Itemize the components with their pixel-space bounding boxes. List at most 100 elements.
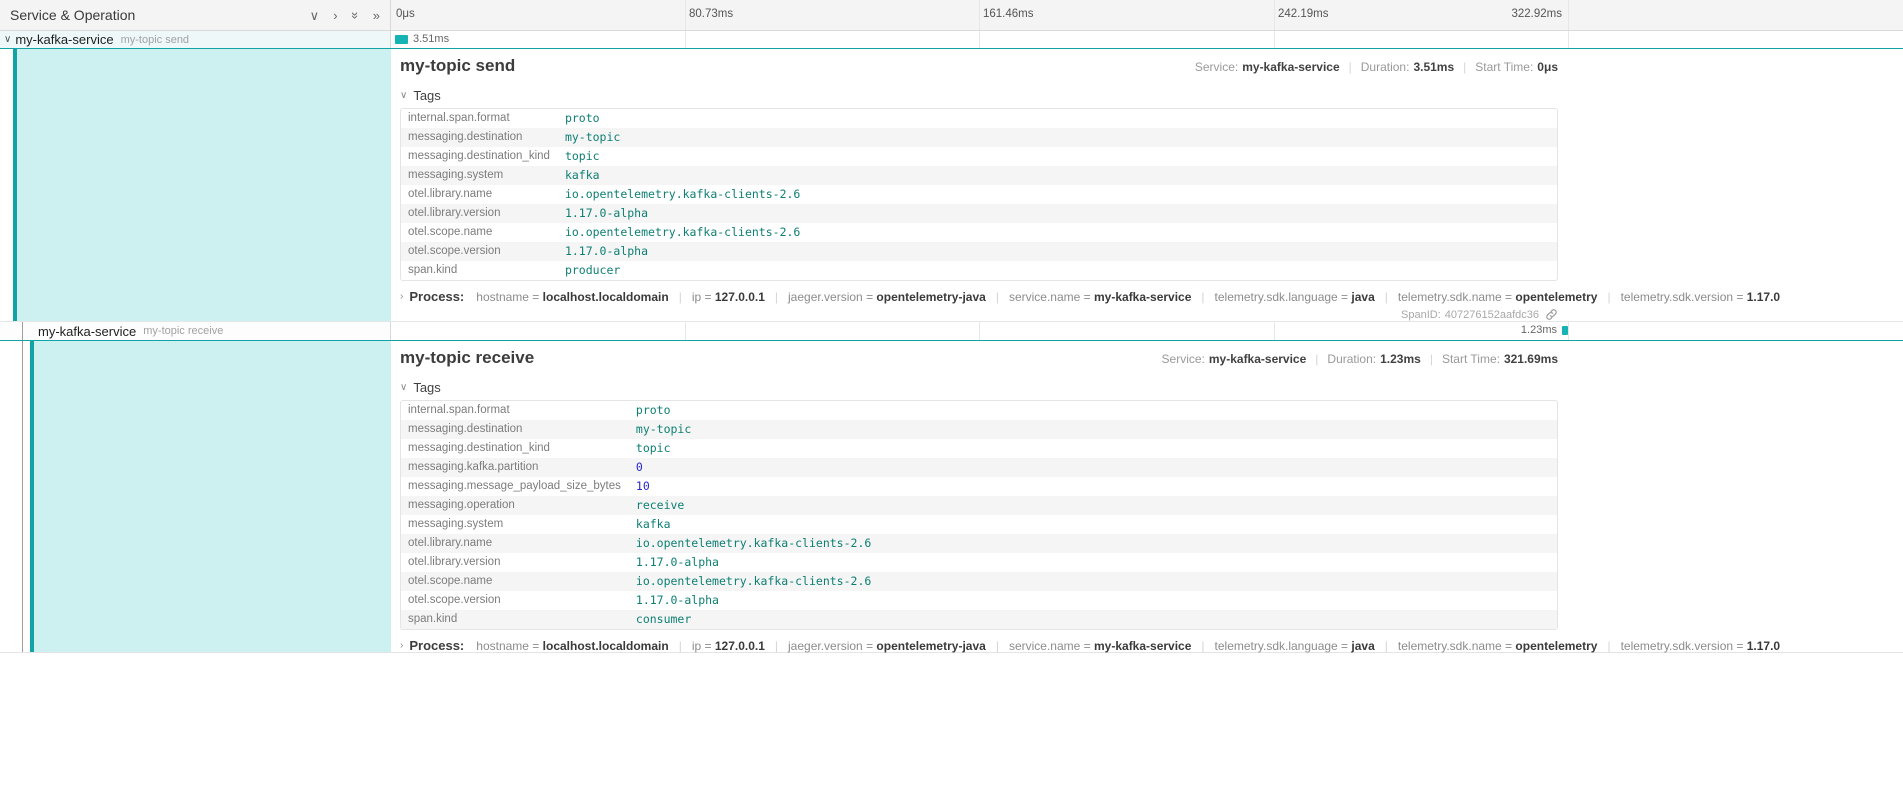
process-key: ip xyxy=(692,639,715,653)
gridline xyxy=(979,31,980,48)
process-item: jaeger.versionopentelemetry-java xyxy=(765,290,986,304)
process-items: hostnamelocalhost.localdomain ip127.0.0.… xyxy=(476,639,1780,653)
tag-key: otel.scope.version xyxy=(401,242,558,261)
copy-link-icon[interactable] xyxy=(1545,308,1558,321)
tag-row: internal.span.formatproto xyxy=(401,109,1557,128)
tag-key: messaging.kafka.partition xyxy=(401,458,629,477)
span-detail-title: my-topic send xyxy=(400,56,515,76)
gridline xyxy=(685,31,686,48)
collapse-one-icon[interactable]: ∨ xyxy=(310,9,320,22)
span-id-value: 407276152aafdc36 xyxy=(1445,309,1539,321)
tag-value: 1.17.0-alpha xyxy=(629,553,1557,572)
tag-key: messaging.system xyxy=(401,166,558,185)
span-bar-receive[interactable] xyxy=(1562,326,1568,335)
service-value: my-kafka-service xyxy=(1242,60,1339,74)
process-item: service.namemy-kafka-service xyxy=(986,639,1192,653)
span-detail-panel-send: my-topic send Service:my-kafka-serviceDu… xyxy=(0,48,1903,322)
tag-row: otel.library.version1.17.0-alpha xyxy=(401,553,1557,572)
process-item: telemetry.sdk.nameopentelemetry xyxy=(1375,639,1598,653)
tag-key: otel.scope.version xyxy=(401,591,629,610)
gridline xyxy=(1568,31,1569,48)
process-item: telemetry.sdk.version1.17.0 xyxy=(1597,639,1780,653)
process-value: localhost.localdomain xyxy=(543,639,669,653)
process-value: localhost.localdomain xyxy=(543,290,669,304)
tag-row: messaging.systemkafka xyxy=(401,515,1557,534)
span-accent-stripe xyxy=(13,49,17,321)
ruler-gridline xyxy=(979,0,980,30)
expand-collapse-controls: ∨ › » » xyxy=(310,9,380,22)
span-accent-stripe xyxy=(30,341,34,652)
tag-key: messaging.operation xyxy=(401,496,629,515)
tag-value: 1.17.0-alpha xyxy=(558,204,1557,223)
tags-table: internal.span.formatproto messaging.dest… xyxy=(400,400,1558,630)
process-item: ip127.0.0.1 xyxy=(669,639,765,653)
process-key: jaeger.version xyxy=(788,290,876,304)
process-item: hostnamelocalhost.localdomain xyxy=(476,639,668,653)
tick-label: 80.73ms xyxy=(689,8,733,20)
gridline xyxy=(979,322,980,340)
tag-row: internal.span.formatproto xyxy=(401,401,1557,420)
tag-row: otel.scope.version1.17.0-alpha xyxy=(401,242,1557,261)
tag-key: otel.library.version xyxy=(401,553,629,572)
span-name-cell-receive[interactable]: my-kafka-service my-topic receive xyxy=(0,322,391,340)
ruler-gridline xyxy=(1568,0,1569,30)
process-item: hostnamelocalhost.localdomain xyxy=(476,290,668,304)
process-value: opentelemetry xyxy=(1515,639,1597,653)
process-value: my-kafka-service xyxy=(1094,290,1191,304)
tag-value: 10 xyxy=(629,477,1557,496)
tag-key: span.kind xyxy=(401,610,629,629)
tag-key: otel.library.name xyxy=(401,534,629,553)
process-value: 1.17.0 xyxy=(1747,639,1780,653)
process-value: java xyxy=(1351,290,1374,304)
span-name-cell-send[interactable]: ∨ my-kafka-service my-topic send xyxy=(0,31,391,48)
tag-key: messaging.message_payload_size_bytes xyxy=(401,477,629,496)
tag-value: topic xyxy=(558,147,1557,166)
tag-row: messaging.kafka.partition0 xyxy=(401,458,1557,477)
expand-all-icon[interactable]: » xyxy=(373,9,380,22)
tag-key: internal.span.format xyxy=(401,401,629,420)
process-item: ip127.0.0.1 xyxy=(669,290,765,304)
ruler-gridline xyxy=(1274,0,1275,30)
process-accordion-header[interactable]: › Process: hostnamelocalhost.localdomain… xyxy=(400,288,1558,305)
span-detail-title: my-topic receive xyxy=(400,348,534,368)
tags-table: internal.span.formatproto messaging.dest… xyxy=(400,108,1558,281)
span-id-label: SpanID: xyxy=(1401,309,1441,321)
expand-one-icon[interactable]: › xyxy=(333,9,337,22)
chevron-down-icon[interactable]: ∨ xyxy=(4,34,11,45)
tag-row: otel.library.version1.17.0-alpha xyxy=(401,204,1557,223)
collapse-all-icon[interactable]: » xyxy=(349,11,362,18)
process-key: telemetry.sdk.language xyxy=(1215,290,1352,304)
indent-guide xyxy=(22,322,23,340)
process-items: hostnamelocalhost.localdomain ip127.0.0.… xyxy=(476,290,1780,304)
service-name: my-kafka-service xyxy=(38,324,136,339)
chevron-down-icon: ∨ xyxy=(400,90,407,101)
start-time-label: Start Time: xyxy=(1475,60,1533,74)
process-accordion-header[interactable]: › Process: hostnamelocalhost.localdomain… xyxy=(400,637,1558,654)
operation-name: my-topic send xyxy=(121,34,189,46)
indent-guide xyxy=(22,341,23,652)
timeline-header: Service & Operation ∨ › » » 0μs 80.73ms … xyxy=(0,0,1903,31)
process-item: telemetry.sdk.languagejava xyxy=(1191,639,1374,653)
tag-row: messaging.message_payload_size_bytes10 xyxy=(401,477,1557,496)
tag-row: messaging.destination_kindtopic xyxy=(401,439,1557,458)
tag-key: messaging.destination_kind xyxy=(401,439,629,458)
tag-row: span.kindproducer xyxy=(401,261,1557,280)
span-bar-send[interactable] xyxy=(395,35,408,44)
tag-row: messaging.destinationmy-topic xyxy=(401,128,1557,147)
service-operation-title: Service & Operation xyxy=(10,7,135,23)
tag-row: otel.scope.nameio.opentelemetry.kafka-cl… xyxy=(401,572,1557,591)
process-value: 127.0.0.1 xyxy=(715,290,765,304)
process-value: opentelemetry-java xyxy=(876,639,985,653)
tag-key: messaging.destination xyxy=(401,420,629,439)
process-key: ip xyxy=(692,290,715,304)
tags-accordion-header[interactable]: ∨ Tags xyxy=(400,87,1558,103)
tick-label: 322.92ms xyxy=(1511,8,1562,20)
timeline-ruler[interactable]: 0μs 80.73ms 161.46ms 242.19ms 322.92ms xyxy=(391,0,1903,30)
tags-accordion-header[interactable]: ∨ Tags xyxy=(400,379,1558,395)
detail-gutter xyxy=(0,49,391,321)
process-value: java xyxy=(1351,639,1374,653)
span-duration-label: 3.51ms xyxy=(413,33,449,45)
duration-label: Duration: xyxy=(1361,60,1410,74)
start-time-label: Start Time: xyxy=(1442,352,1500,366)
duration-label: Duration: xyxy=(1327,352,1376,366)
